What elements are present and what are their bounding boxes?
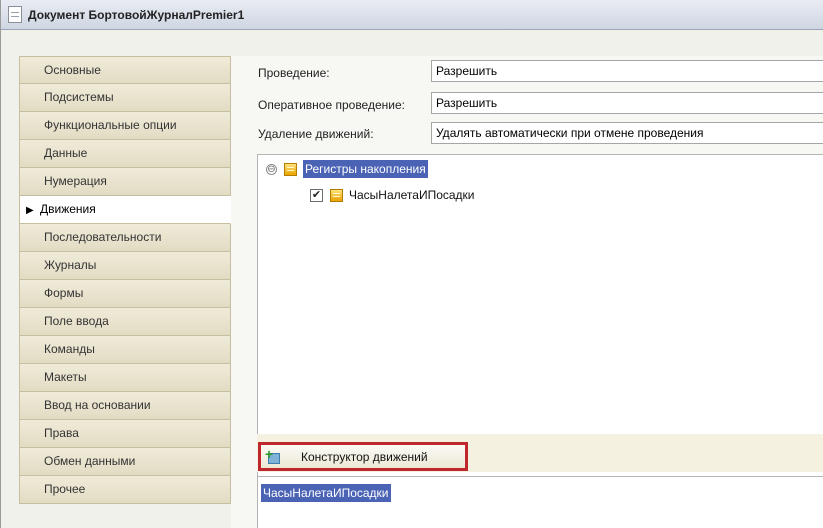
tab-osnovnye[interactable]: Основные bbox=[19, 56, 231, 84]
constructor-button-label: Конструктор движений bbox=[301, 449, 428, 464]
collapse-icon[interactable]: ⊖ bbox=[266, 163, 277, 175]
tab-vvod-na-osnovanii[interactable]: Ввод на основании bbox=[19, 392, 231, 420]
tab-dannye[interactable]: Данные bbox=[19, 140, 231, 168]
tab-komandy[interactable]: Команды bbox=[19, 336, 231, 364]
tab-prava[interactable]: Права bbox=[19, 420, 231, 448]
movements-constructor-button[interactable]: + Конструктор движений bbox=[258, 442, 468, 471]
delete-movements-field[interactable]: Удалять автоматически при отмене проведе… bbox=[431, 122, 823, 144]
active-arrow-icon: ▶ bbox=[26, 205, 34, 216]
tab-formy[interactable]: Формы bbox=[19, 280, 231, 308]
tab-dvizheniya-label: Движения bbox=[40, 202, 96, 216]
tab-prochee[interactable]: Прочее bbox=[19, 476, 231, 504]
delete-movements-label: Удаление движений: bbox=[258, 127, 374, 141]
tab-pole-vvoda[interactable]: Поле ввода bbox=[19, 308, 231, 336]
checkbox-flight-hours[interactable]: ✔ bbox=[310, 188, 323, 202]
tab-dvizheniya[interactable]: ▶ Движения bbox=[19, 196, 231, 224]
constructor-icon: + bbox=[265, 447, 281, 465]
window-title: Документ БортовойЖурналPremier1 bbox=[28, 7, 245, 22]
tree-root-label: Регистры накопления bbox=[303, 160, 428, 178]
realtime-posting-label: Оперативное проведение: bbox=[258, 98, 405, 112]
posting-field[interactable]: Разрешить bbox=[431, 60, 823, 82]
title-bar: Документ БортовойЖурналPremier1 bbox=[1, 0, 823, 30]
tab-posledovatelnosti[interactable]: Последовательности bbox=[19, 224, 231, 252]
tree-row-accumulation-registers[interactable]: ⊖ Регистры накопления bbox=[266, 159, 428, 179]
tab-numeratsiya[interactable]: Нумерация bbox=[19, 168, 231, 196]
movements-text-area[interactable]: ЧасыНалетаИПосадки bbox=[257, 476, 823, 528]
registers-tree[interactable]: ⊖ Регистры накопления ✔ ЧасыНалетаИПосад… bbox=[257, 154, 823, 480]
tab-makety[interactable]: Макеты bbox=[19, 364, 231, 392]
tab-podsistemy[interactable]: Подсистемы bbox=[19, 84, 231, 112]
tab-zhurnaly[interactable]: Журналы bbox=[19, 252, 231, 280]
movements-panel: Проведение: Разрешить Оперативное провед… bbox=[231, 56, 823, 528]
document-icon bbox=[8, 6, 22, 23]
tree-child-label: ЧасыНалетаИПосадки bbox=[349, 188, 475, 202]
tree-row-flight-hours[interactable]: ✔ ЧасыНалетаИПосадки bbox=[310, 185, 475, 205]
tab-list: Основные Подсистемы Функциональные опции… bbox=[19, 56, 231, 504]
realtime-posting-field[interactable]: Разрешить bbox=[431, 92, 823, 114]
tab-obmen-dannymi[interactable]: Обмен данными bbox=[19, 448, 231, 476]
register-icon bbox=[284, 162, 297, 176]
posting-label: Проведение: bbox=[258, 66, 330, 80]
register-icon bbox=[330, 188, 343, 202]
document-window: Документ БортовойЖурналPremier1 Основные… bbox=[0, 0, 823, 528]
tab-funktsionalnye-optsii[interactable]: Функциональные опции bbox=[19, 112, 231, 140]
selected-register-text: ЧасыНалетаИПосадки bbox=[261, 484, 391, 502]
